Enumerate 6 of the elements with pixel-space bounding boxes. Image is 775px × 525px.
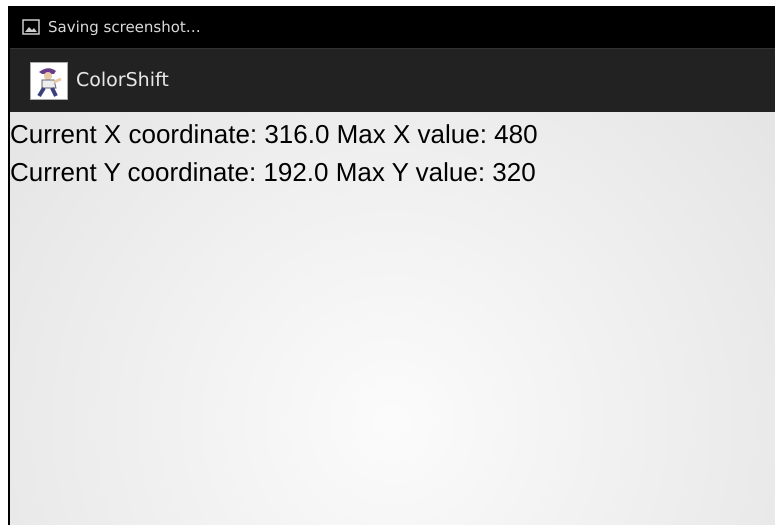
coordinate-text: Current Y coordinate: 192.0 Max Y value: 320 [10, 156, 537, 189]
notification-text: Saving screenshot… [48, 16, 201, 38]
app-icon[interactable] [30, 62, 68, 100]
picture-icon [22, 19, 40, 35]
app-title: ColorShift [76, 68, 169, 94]
coordinate-text: Current X coordinate: 316.0 Max X value: 480 [10, 118, 539, 151]
